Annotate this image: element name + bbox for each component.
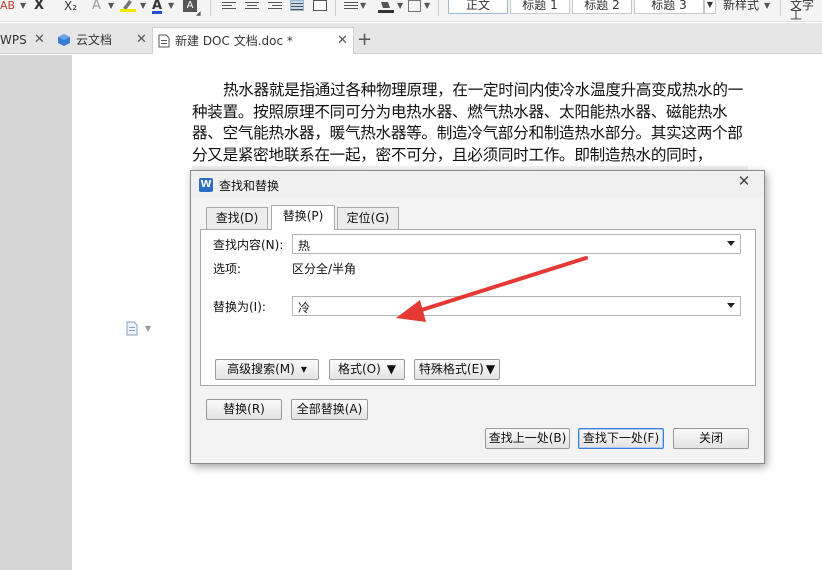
tab-wps[interactable]: WPS ✕ [0,27,52,54]
special-format-button[interactable]: 特殊格式(E) ▼ [414,359,500,380]
format-label: 格式(O) [337,362,381,376]
paint-bucket-icon[interactable] [378,0,394,13]
divider [335,0,336,16]
chevron-down-icon[interactable] [727,303,735,308]
advanced-search-button[interactable]: 高级搜索(M) ▾ [215,359,319,380]
tab-label: WPS [0,33,27,47]
chevron-down-icon[interactable]: ▼ [764,0,770,14]
chevron-down-icon: ▼ [386,362,397,376]
chevron-down-icon[interactable]: ▼ [360,0,366,14]
tab-new-doc[interactable]: 新建 DOC 文档.doc * ✕ [152,27,354,54]
style-heading-3[interactable]: 标题 3 [634,0,704,14]
find-value[interactable]: 热 [298,237,310,254]
divider [780,0,781,16]
align-left-icon[interactable] [222,0,236,11]
replace-panel: 查找内容(N): 热 选项: 区分全/半角 替换为(I): 冷 高级搜索(M) ▾… [200,229,756,386]
find-label: 查找内容(N): [213,238,284,252]
dialog-launcher-icon[interactable]: ◢ [196,8,201,22]
doc-file-icon [158,34,170,48]
chevron-down-icon[interactable]: ▼ [20,0,26,14]
text-tools-button[interactable]: 文字工 [790,0,822,21]
chevron-down-icon[interactable]: ▼ [424,0,430,14]
distribute-icon[interactable] [313,0,327,11]
close-icon[interactable]: ✕ [136,27,147,53]
document-paragraph[interactable]: 热水器就是指通过各种物理原理，在一定时间内使冷水温度升高变成热水的一种装置。按照… [192,80,748,164]
tab-cloud-docs[interactable]: 云文档 ✕ [54,27,150,54]
tab-label: 云文档 [76,33,113,47]
tab-find[interactable]: 查找(D) [206,207,268,229]
advanced-search-label: 高级搜索(M) [227,362,295,376]
close-icon[interactable]: ✕ [337,28,348,54]
divider [438,0,439,16]
chevron-down-icon[interactable]: ▼ [108,0,114,14]
highlighter-icon[interactable] [120,0,136,12]
cloud-doc-icon [58,34,70,46]
close-button[interactable]: 关闭 [673,428,749,449]
find-previous-button[interactable]: 查找上一处(B) [485,428,570,449]
divider [210,0,211,16]
chevron-down-icon: ▼ [485,362,496,376]
close-icon[interactable]: ✕ [729,172,759,192]
double-chevron-down-icon: ▾ [300,362,307,376]
style-heading-1[interactable]: 标题 1 [510,0,570,14]
format-button[interactable]: 格式(O) ▼ [329,359,405,380]
paragraph-layout-icon[interactable] [126,321,138,336]
find-replace-dialog: W 查找和替换 ✕ 查找(D) 替换(P) 定位(G) 查找内容(N): 热 选… [190,170,765,464]
styles-scroll-button[interactable]: ▼ [704,0,716,14]
char-shade-button[interactable]: A [92,0,101,14]
dialog-title: 查找和替换 [219,179,280,193]
wps-writer-icon: W [199,178,213,192]
chevron-down-icon[interactable]: ▼ [397,0,403,14]
chevron-down-icon[interactable]: ▼ [145,324,151,333]
tab-label: 新建 DOC 文档.doc * [175,34,293,48]
align-justify-icon[interactable] [290,0,304,11]
find-input[interactable]: 热 [292,234,741,254]
find-next-button[interactable]: 查找下一处(F) [578,428,664,449]
options-label: 选项: [213,262,242,276]
chevron-down-icon[interactable]: ▼ [168,0,174,14]
replace-value[interactable]: 冷 [298,299,310,316]
replace-button[interactable]: 替换(R) [206,399,282,420]
font-color-button[interactable]: A [152,0,162,14]
style-heading-2[interactable]: 标题 2 [572,0,632,14]
close-icon[interactable]: ✕ [34,27,45,53]
ribbon-toolbar: AB ▼ X X₂ A ▼ ▼ A ▼ A ◢ ▼ ▼ ▼ 正文 标题 1 标题… [0,0,822,22]
document-tab-bar: WPS ✕ 云文档 ✕ 新建 DOC 文档.doc * ✕ + [0,23,822,54]
subscript-button[interactable]: X₂ [64,0,77,14]
style-normal[interactable]: 正文 [448,0,508,14]
special-format-label: 特殊格式(E) [418,362,484,376]
tab-replace[interactable]: 替换(P) [271,205,335,230]
options-value: 区分全/半角 [292,262,357,276]
dialog-titlebar[interactable]: W 查找和替换 ✕ [191,171,764,197]
strikethrough-button[interactable]: X [34,0,44,14]
align-right-icon[interactable] [268,0,282,11]
border-icon[interactable] [408,0,421,12]
replace-all-button[interactable]: 全部替换(A) [291,399,368,420]
char-border-button[interactable]: A [183,0,197,12]
align-center-icon[interactable] [245,0,259,11]
line-spacing-icon[interactable] [344,0,358,11]
workspace-gutter [0,55,72,570]
chevron-down-icon[interactable] [727,241,735,246]
replace-label: 替换为(I): [213,300,266,314]
replace-input[interactable]: 冷 [292,296,741,316]
new-tab-button[interactable]: + [357,27,372,54]
new-style-button[interactable]: 新样式 [723,0,759,11]
tab-goto[interactable]: 定位(G) [337,207,399,229]
chevron-down-icon[interactable]: ▼ [140,0,146,14]
clear-format-button[interactable]: AB [0,0,15,14]
